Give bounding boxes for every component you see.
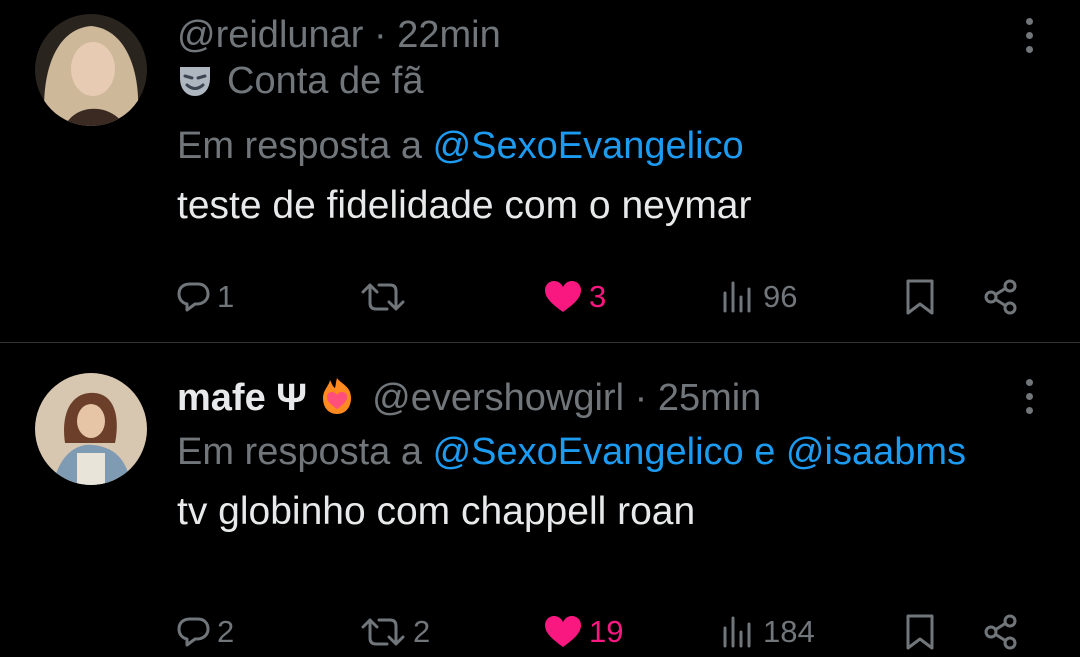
avatar-photo [35,373,147,485]
mention-link[interactable]: @SexoEvangelico [433,125,744,167]
views-button[interactable]: 96 [721,279,905,315]
mention-link[interactable]: @SexoEvangelico [433,431,744,473]
tweet-text: tv globinho com chappell roan [177,490,696,533]
reply-button[interactable]: 1 [177,279,359,315]
separator-dot: · [374,14,387,56]
retweet-button[interactable]: 2 [359,614,543,650]
mention-link[interactable]: @isaabms [786,431,966,473]
retweet-icon [361,283,405,311]
share-icon [984,614,1017,650]
retweet-icon [361,618,405,646]
views-chart-icon [723,281,751,313]
display-name[interactable]: mafe Ψ [177,377,307,419]
like-count: 3 [589,279,607,314]
like-count: 19 [589,614,624,649]
tweet-body: mafe Ψ @evershowgirl · 25min Em resposta… [177,375,1040,537]
heart-on-fire-emoji-icon [322,378,351,414]
timestamp[interactable]: 22min [397,14,501,56]
reply-context: Em resposta a @SexoEvangelico [177,123,1040,169]
theater-mask-icon [180,67,210,96]
avatar[interactable] [35,373,147,485]
mention-conjunction: e [754,431,776,473]
tweet[interactable]: @reidlunar · 22min Conta de fã Em respos… [0,0,1080,343]
tweet-body: @reidlunar · 22min Conta de fã Em respos… [177,12,1040,231]
views-chart-icon [723,616,751,648]
reply-icon [177,282,210,312]
retweet-button[interactable] [359,281,543,313]
reply-context: Em resposta a @SexoEvangelico e @isaabms [177,429,1040,475]
tweet[interactable]: mafe Ψ @evershowgirl · 25min Em resposta… [0,343,1080,650]
avatar[interactable] [35,14,147,126]
share-button[interactable] [983,614,1019,650]
separator-dot: · [634,377,648,419]
share-button[interactable] [983,279,1019,315]
bookmark-icon [906,279,934,315]
view-count: 96 [763,279,798,314]
bookmark-button[interactable] [905,614,983,650]
share-icon [984,279,1017,315]
reply-prefix: Em resposta a [177,431,422,473]
reply-count: 1 [217,279,235,314]
action-bar: 2 2 19 184 [177,607,1030,657]
avatar-photo [35,14,147,126]
heart-filled-icon [545,616,581,647]
more-options-icon[interactable] [1026,379,1034,414]
reply-prefix: Em resposta a [177,125,422,167]
timestamp[interactable]: 25min [658,377,762,419]
reply-count: 2 [217,614,235,649]
reply-button[interactable]: 2 [177,614,359,650]
tweet-header: @reidlunar · 22min [177,12,1040,58]
retweet-count: 2 [413,614,431,649]
handle[interactable]: @reidlunar [177,14,363,56]
tweet-text: teste de fidelidade com o neymar [177,184,752,227]
label-text: Conta de fã [227,60,424,102]
fan-account-label: Conta de fã [177,58,423,104]
handle[interactable]: @evershowgirl [372,377,624,419]
heart-filled-icon [545,281,581,312]
like-button[interactable]: 19 [543,614,721,650]
views-button[interactable]: 184 [721,614,905,650]
tweet-header: mafe Ψ @evershowgirl · 25min [177,375,1040,421]
more-options-icon[interactable] [1026,18,1034,53]
bookmark-button[interactable] [905,279,983,315]
reply-icon [177,617,210,647]
bookmark-icon [906,614,934,650]
view-count: 184 [763,614,815,649]
like-button[interactable]: 3 [543,279,721,315]
action-bar: 1 3 96 [177,272,1030,322]
